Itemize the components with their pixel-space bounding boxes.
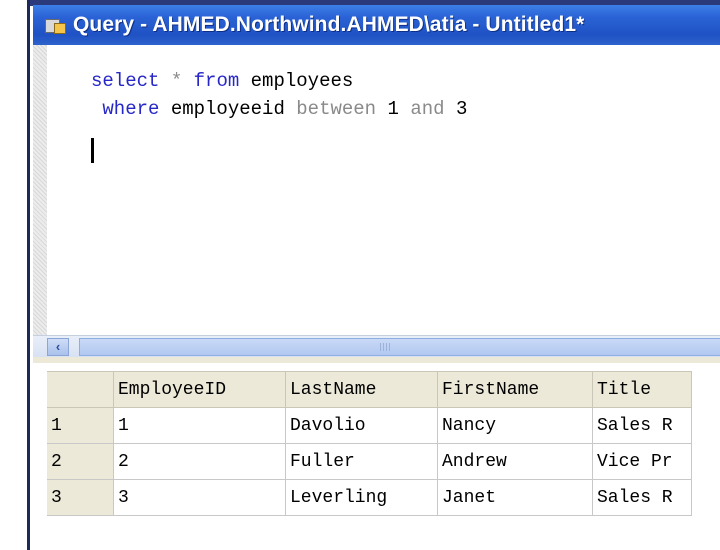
column-header-lastname[interactable]: LastName [285,371,438,408]
query-window-icon [45,17,66,34]
sql-editor[interactable]: select * from employees where employeeid… [33,45,720,335]
operator-star: * [170,70,183,92]
horizontal-scrollbar[interactable]: ‹ [33,335,720,358]
cell-firstname[interactable]: Andrew [437,443,593,480]
cell-title[interactable]: Vice Pr [592,443,692,480]
column-header-title[interactable]: Title [592,371,692,408]
cell-lastname[interactable]: Fuller [285,443,438,480]
window-title: Query - AHMED.Northwind.AHMED\atia - Unt… [73,13,585,36]
row-number[interactable]: 3 [47,479,114,516]
table-name: employees [250,70,354,92]
cell-firstname[interactable]: Nancy [437,407,593,444]
cell-title[interactable]: Sales R [592,407,692,444]
keyword-where: where [102,98,160,120]
left-frame [0,0,30,550]
table-row[interactable]: 1 1 Davolio Nancy Sales R [47,407,692,444]
results-grid-pane: EmployeeID LastName FirstName Title 1 1 … [33,363,720,550]
value-high: 3 [455,98,468,120]
scroll-thumb[interactable] [79,338,720,356]
scroll-grip [380,343,392,351]
cell-lastname[interactable]: Leverling [285,479,438,516]
grid-corner[interactable] [47,371,114,408]
row-number[interactable]: 2 [47,443,114,480]
keyword-select: select [91,70,160,92]
cell-employeeid[interactable]: 1 [113,407,286,444]
column-header-firstname[interactable]: FirstName [437,371,593,408]
editor-gutter [33,45,47,335]
scroll-left-arrow-icon[interactable]: ‹ [47,338,69,356]
operator-and: and [410,98,445,120]
title-bar[interactable]: Query - AHMED.Northwind.AHMED\atia - Unt… [33,5,720,45]
cell-employeeid[interactable]: 3 [113,479,286,516]
text-caret [91,138,94,163]
column-name: employeeid [170,98,285,120]
header-row: EmployeeID LastName FirstName Title [47,371,692,408]
operator-between: between [296,98,377,120]
cell-employeeid[interactable]: 2 [113,443,286,480]
cell-title[interactable]: Sales R [592,479,692,516]
query-window: Query - AHMED.Northwind.AHMED\atia - Unt… [33,5,720,550]
table-row[interactable]: 3 3 Leverling Janet Sales R [47,479,692,516]
row-number[interactable]: 1 [47,407,114,444]
cell-firstname[interactable]: Janet [437,479,593,516]
table-row[interactable]: 2 2 Fuller Andrew Vice Pr [47,443,692,480]
column-header-employeeid[interactable]: EmployeeID [113,371,286,408]
results-grid: EmployeeID LastName FirstName Title 1 1 … [47,371,692,516]
cell-lastname[interactable]: Davolio [285,407,438,444]
editor-text[interactable]: select * from employees where employeeid… [91,67,467,123]
value-low: 1 [387,98,399,120]
keyword-from: from [193,70,240,92]
